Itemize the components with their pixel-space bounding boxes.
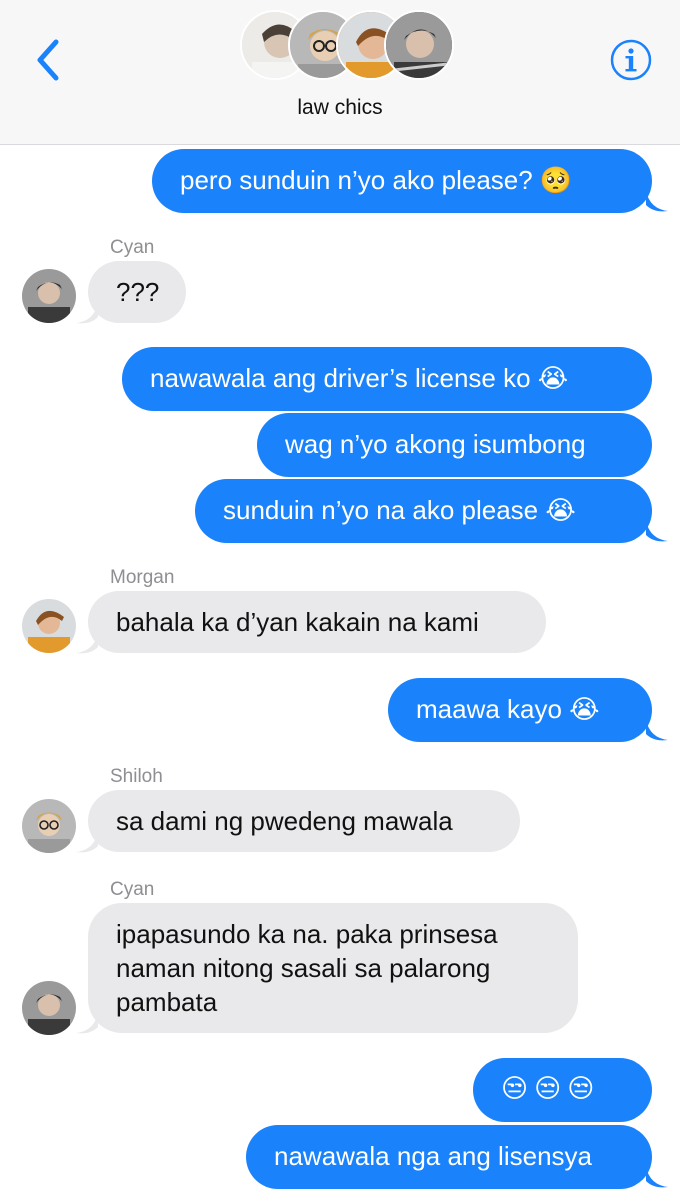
message-text: pero sunduin n’yo ako please? 🥺: [180, 165, 573, 195]
sender-name: Morgan: [110, 567, 175, 588]
conversation-header: law chics: [0, 0, 680, 145]
message-text: nawawala ang driver’s license ko 😭: [150, 363, 569, 393]
message-text: ???: [116, 277, 160, 307]
back-button[interactable]: [30, 36, 66, 84]
message-bubble-sent[interactable]: nawawala ang driver’s license ko 😭: [122, 347, 652, 411]
message-bubble-sent[interactable]: wag n’yo akong isumbong: [257, 413, 652, 477]
message-bubble-sent[interactable]: nawawala nga ang lisensya: [246, 1125, 652, 1189]
info-button[interactable]: [609, 38, 653, 82]
message-bubble-received[interactable]: bahala ka d’yan kakain na kami: [88, 591, 546, 653]
bubble-tail: [646, 521, 668, 542]
group-name[interactable]: law chics: [0, 96, 680, 120]
message-text-line: ipapasundo ka na. paka prinsesa: [116, 919, 498, 949]
info-icon: [610, 39, 652, 81]
bubble-tail: [646, 1167, 668, 1188]
message-text: nawawala nga ang lisensya: [274, 1141, 592, 1171]
bubble-tail: [76, 1013, 98, 1034]
avatar: [384, 10, 454, 80]
bubble-tail: [76, 832, 98, 853]
message-text: sa dami ng pwedeng mawala: [116, 806, 453, 836]
message-bubble-sent[interactable]: pero sunduin n’yo ako please? 🥺: [152, 149, 652, 213]
sender-name: Cyan: [110, 879, 155, 900]
avatar[interactable]: [22, 269, 76, 323]
avatar[interactable]: [22, 799, 76, 853]
avatar[interactable]: [22, 599, 76, 653]
sender-name: Cyan: [110, 237, 155, 258]
bubble-tail: [76, 303, 98, 324]
message-text: 😒😒😒: [501, 1074, 601, 1104]
bubble-tail: [76, 633, 98, 654]
message-text-line: pambata: [116, 987, 218, 1017]
message-text: sunduin n’yo na ako please 😭: [223, 495, 576, 525]
message-text-line: naman nitong sasali sa palarong: [116, 953, 491, 983]
message-bubble-sent[interactable]: sunduin n’yo na ako please 😭: [195, 479, 652, 543]
avatar[interactable]: [22, 981, 76, 1035]
message-bubble-sent[interactable]: 😒😒😒: [473, 1058, 652, 1122]
message-bubble-received[interactable]: sa dami ng pwedeng mawala: [88, 790, 520, 852]
message-bubble-received[interactable]: ipapasundo ka na. paka prinsesa naman ni…: [88, 903, 578, 1033]
bubble-tail: [646, 191, 668, 212]
message-bubble-sent[interactable]: maawa kayo 😭: [388, 678, 652, 742]
sender-name: Shiloh: [110, 766, 163, 787]
group-avatars[interactable]: [240, 10, 454, 82]
message-bubble-received[interactable]: ???: [88, 261, 186, 323]
bubble-tail: [646, 720, 668, 741]
message-list[interactable]: pero sunduin n’yo ako please? 🥺 Cyan ???…: [0, 145, 680, 1200]
message-text: maawa kayo 😭: [416, 694, 600, 724]
message-text: wag n’yo akong isumbong: [285, 429, 586, 459]
message-text: bahala ka d’yan kakain na kami: [116, 607, 479, 637]
chevron-left-icon: [37, 39, 59, 81]
